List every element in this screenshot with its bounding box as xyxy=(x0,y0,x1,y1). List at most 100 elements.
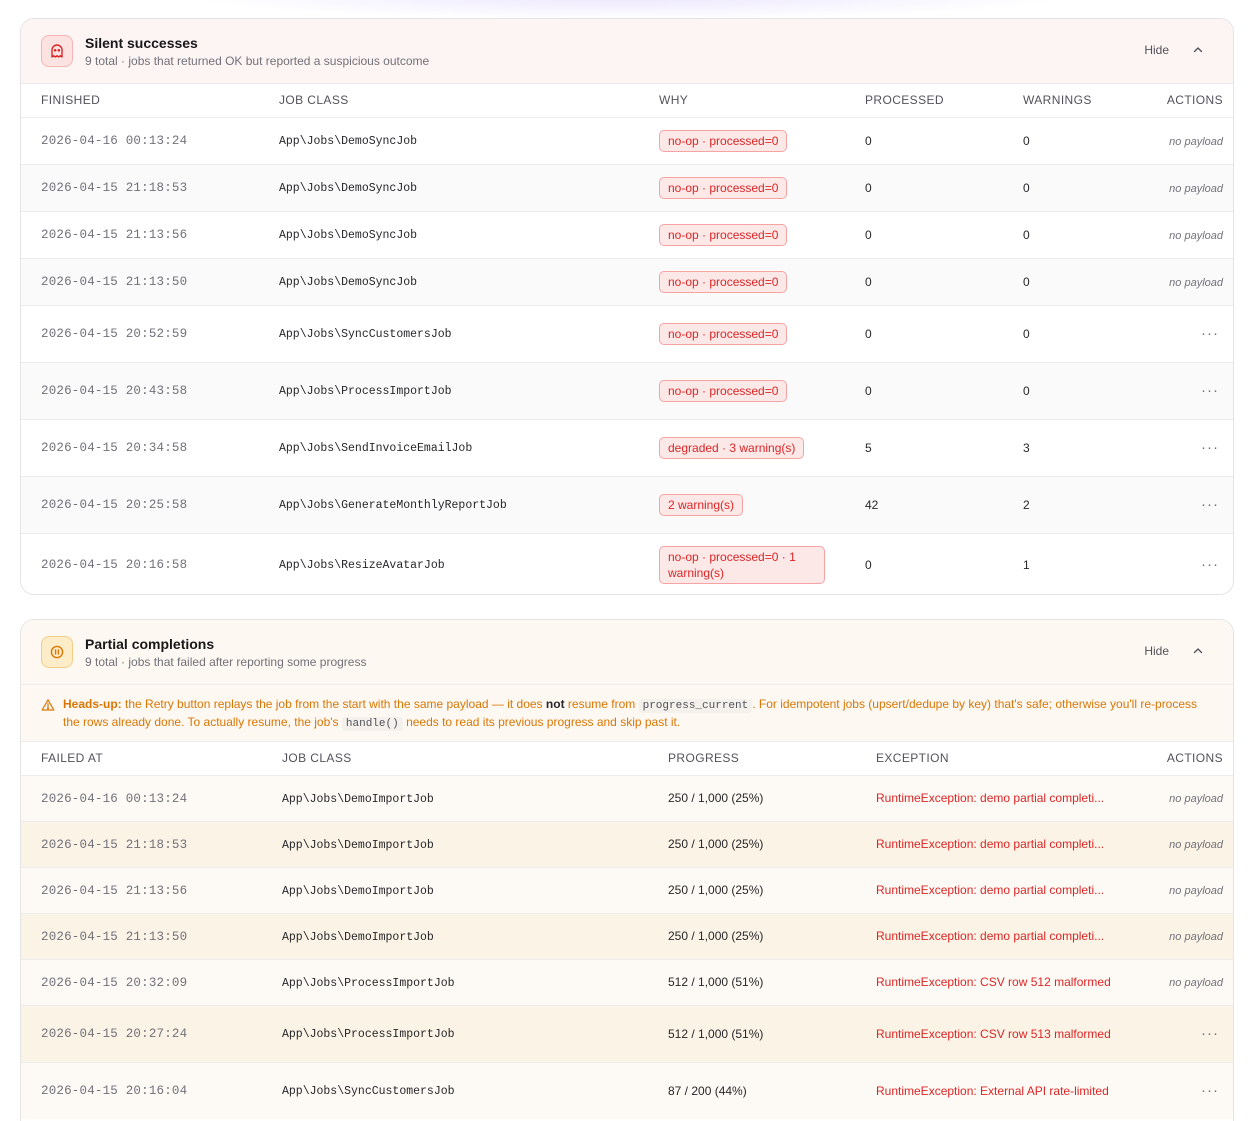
more-actions-button[interactable]: ··· xyxy=(1201,439,1223,456)
warning-icon xyxy=(41,699,55,711)
exception-text[interactable]: RuntimeException: CSV row 512 malformed xyxy=(876,975,1123,989)
processed-cell: 0 xyxy=(845,361,1003,419)
why-cell: 2 warning(s) xyxy=(639,475,845,533)
column-header: FINISHED xyxy=(21,84,259,117)
timestamp: 2026-04-15 20:52:59 xyxy=(41,327,188,341)
table-row: 2026-04-15 21:18:53 App\Jobs\DemoSyncJob n… xyxy=(21,163,1233,211)
actions-cell: no payload xyxy=(1123,774,1233,821)
processed-cell: 42 xyxy=(845,475,1003,533)
chevron-up-icon[interactable] xyxy=(1191,43,1205,57)
more-actions-button[interactable]: ··· xyxy=(1201,382,1223,399)
job-class-cell: App\Jobs\ProcessImportJob xyxy=(262,958,648,1005)
why-badge: degraded · 3 warning(s) xyxy=(659,436,805,459)
failed-at-cell: 2026-04-15 21:13:50 xyxy=(21,912,262,959)
table-row: 2026-04-15 20:43:58 App\Jobs\ProcessImpor… xyxy=(21,361,1233,419)
warnings-cell: 0 xyxy=(1003,116,1113,164)
processed-cell: 0 xyxy=(845,257,1003,305)
why-badge: no-op · processed=0 xyxy=(659,270,788,293)
job-class: App\Jobs\DemoImportJob xyxy=(282,838,434,852)
column-header: JOB CLASS xyxy=(262,742,648,775)
exception-text[interactable]: RuntimeException: demo partial completi.… xyxy=(876,883,1123,897)
job-class: App\Jobs\DemoImportJob xyxy=(282,792,434,806)
exception-cell: RuntimeException: demo partial completi.… xyxy=(856,774,1123,821)
finished-cell: 2026-04-15 20:52:59 xyxy=(21,304,259,362)
table-row: 2026-04-15 20:34:58 App\Jobs\SendInvoiceE… xyxy=(21,418,1233,476)
hide-button[interactable]: Hide xyxy=(1144,43,1169,57)
finished-cell: 2026-04-15 20:43:58 xyxy=(21,361,259,419)
no-payload-label: no payload xyxy=(1169,977,1223,989)
progress-cell: 87 / 200 (44%) xyxy=(648,1061,856,1119)
no-payload-label: no payload xyxy=(1169,793,1223,805)
processed-cell: 5 xyxy=(845,418,1003,476)
warnings-cell: 0 xyxy=(1003,304,1113,362)
table-row: 2026-04-15 20:27:24 App\Jobs\ProcessImpor… xyxy=(21,1004,1233,1062)
table-row: 2026-04-15 20:52:59 App\Jobs\SyncCustomer… xyxy=(21,304,1233,362)
table-row: 2026-04-15 21:13:50 App\Jobs\DemoImportJo… xyxy=(21,912,1233,959)
exception-text[interactable]: RuntimeException: demo partial completi.… xyxy=(876,929,1123,943)
table-row: 2026-04-15 20:16:04 App\Jobs\SyncCustomer… xyxy=(21,1061,1233,1119)
panel-subtitle: 9 total · jobs that failed after reporti… xyxy=(85,655,367,669)
table-row: 2026-04-15 21:13:50 App\Jobs\DemoSyncJob n… xyxy=(21,257,1233,305)
job-class-cell: App\Jobs\ProcessImportJob xyxy=(259,361,639,419)
more-actions-button[interactable]: ··· xyxy=(1201,556,1223,573)
failed-at-cell: 2026-04-15 20:16:04 xyxy=(21,1061,262,1119)
timestamp: 2026-04-15 21:13:56 xyxy=(41,228,188,242)
actions-cell: ··· xyxy=(1113,418,1233,476)
exception-text[interactable]: RuntimeException: demo partial completi.… xyxy=(876,791,1123,805)
more-actions-button[interactable]: ··· xyxy=(1201,325,1223,342)
column-header: ACTIONS xyxy=(1123,742,1233,775)
progress-cell: 250 / 1,000 (25%) xyxy=(648,912,856,959)
actions-cell: no payload xyxy=(1113,116,1233,164)
finished-cell: 2026-04-15 21:13:50 xyxy=(21,257,259,305)
column-header: EXCEPTION xyxy=(856,742,1123,775)
hide-button[interactable]: Hide xyxy=(1144,644,1169,658)
exception-text[interactable]: RuntimeException: External API rate-limi… xyxy=(876,1084,1123,1098)
job-class-cell: App\Jobs\ProcessImportJob xyxy=(262,1004,648,1062)
more-actions-button[interactable]: ··· xyxy=(1201,1025,1223,1042)
chevron-up-icon[interactable] xyxy=(1191,644,1205,658)
job-class-cell: App\Jobs\DemoImportJob xyxy=(262,912,648,959)
column-header: WHY xyxy=(639,84,845,117)
exception-cell: RuntimeException: CSV row 512 malformed xyxy=(856,958,1123,1005)
why-badge: no-op · processed=0 · 1 warning(s) xyxy=(659,545,825,584)
job-class-cell: App\Jobs\SyncCustomersJob xyxy=(259,304,639,362)
finished-cell: 2026-04-15 21:13:56 xyxy=(21,210,259,258)
progress-cell: 512 / 1,000 (51%) xyxy=(648,958,856,1005)
code-handle: handle() xyxy=(341,717,403,731)
why-cell: no-op · processed=0 xyxy=(639,116,845,164)
job-class: App\Jobs\DemoSyncJob xyxy=(279,182,418,195)
column-header: JOB CLASS xyxy=(259,84,639,117)
job-class: App\Jobs\DemoSyncJob xyxy=(279,229,418,242)
job-class: App\Jobs\SendInvoiceEmailJob xyxy=(279,442,473,455)
why-cell: no-op · processed=0 xyxy=(639,257,845,305)
finished-cell: 2026-04-15 21:18:53 xyxy=(21,163,259,211)
more-actions-button[interactable]: ··· xyxy=(1201,496,1223,513)
exception-cell: RuntimeException: CSV row 513 malformed xyxy=(856,1004,1123,1062)
column-header: ACTIONS xyxy=(1113,84,1233,117)
exception-text[interactable]: RuntimeException: demo partial completi.… xyxy=(876,837,1123,851)
job-class: App\Jobs\DemoImportJob xyxy=(282,930,434,944)
pause-icon xyxy=(41,636,73,668)
job-class-cell: App\Jobs\DemoSyncJob xyxy=(259,116,639,164)
panel-header: Partial completions 9 total · jobs that … xyxy=(21,620,1233,685)
failed-at-cell: 2026-04-15 21:13:56 xyxy=(21,866,262,913)
code-progress-current: progress_current xyxy=(638,699,753,713)
job-class: App\Jobs\DemoSyncJob xyxy=(279,135,418,148)
heads-up-emphasis: not xyxy=(545,697,565,711)
actions-cell: no payload xyxy=(1113,163,1233,211)
column-header: PROCESSED xyxy=(845,84,1003,117)
table-row: 2026-04-15 20:25:58 App\Jobs\GenerateMont… xyxy=(21,475,1233,533)
job-class-cell: App\Jobs\DemoSyncJob xyxy=(259,163,639,211)
timestamp: 2026-04-15 21:18:53 xyxy=(41,837,188,852)
why-cell: no-op · processed=0 xyxy=(639,163,845,211)
more-actions-button[interactable]: ··· xyxy=(1201,1082,1223,1099)
why-cell: no-op · processed=0 · 1 warning(s) xyxy=(639,532,845,594)
why-badge: no-op · processed=0 xyxy=(659,223,788,246)
exception-cell: RuntimeException: demo partial completi.… xyxy=(856,820,1123,867)
job-class-cell: App\Jobs\DemoSyncJob xyxy=(259,257,639,305)
job-class: App\Jobs\GenerateMonthlyReportJob xyxy=(279,499,507,512)
timestamp: 2026-04-15 20:25:58 xyxy=(41,498,188,512)
timestamp: 2026-04-15 21:13:50 xyxy=(41,275,188,289)
exception-text[interactable]: RuntimeException: CSV row 513 malformed xyxy=(876,1027,1123,1041)
no-payload-label: no payload xyxy=(1169,276,1223,289)
